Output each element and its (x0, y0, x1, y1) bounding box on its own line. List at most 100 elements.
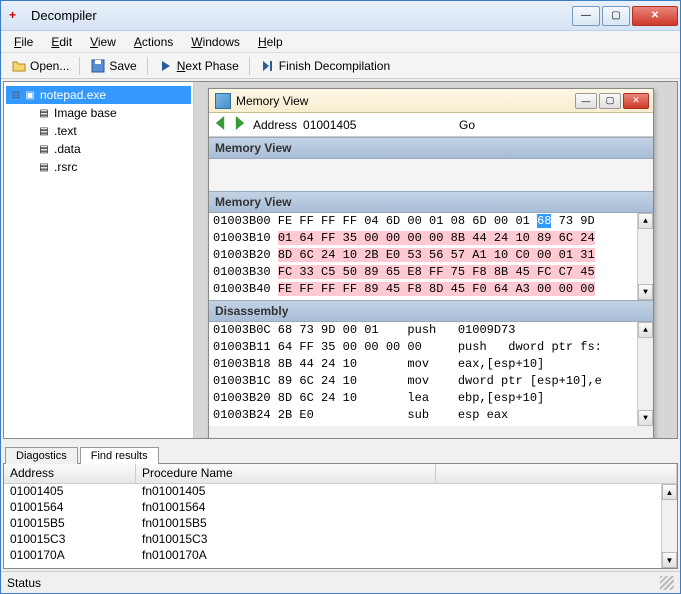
disasm-row[interactable]: 01003B1C 89 6C 24 10 mov dword ptr [esp+… (209, 373, 653, 390)
scroll-down-icon[interactable]: ▼ (662, 552, 677, 568)
menu-edit[interactable]: Edit (44, 33, 79, 51)
section-header-disasm: Disassembly (209, 300, 653, 322)
results-body[interactable]: 01001405fn0100140501001564fn010015640100… (4, 484, 677, 568)
inner-titlebar[interactable]: Memory View — ▢ ✕ (209, 89, 653, 113)
finish-button[interactable]: Finish Decompilation (256, 56, 394, 76)
scroll-down-icon[interactable]: ▼ (638, 410, 653, 426)
col-spacer (436, 464, 677, 483)
exe-icon: ▣ (22, 88, 38, 102)
app-icon: + (9, 8, 25, 24)
inner-title: Memory View (236, 94, 575, 108)
toolbar-separator (147, 57, 148, 75)
scroll-up-icon[interactable]: ▲ (638, 213, 653, 229)
tree-item[interactable]: ▤.rsrc (6, 158, 191, 176)
results-scrollbar[interactable]: ▲ ▼ (661, 484, 677, 568)
menu-view[interactable]: View (83, 33, 123, 51)
scroll-up-icon[interactable]: ▲ (662, 484, 677, 500)
play-icon (158, 58, 174, 74)
save-button[interactable]: Save (86, 56, 140, 76)
address-input[interactable] (303, 116, 413, 134)
col-address[interactable]: Address (4, 464, 136, 483)
col-procedure[interactable]: Procedure Name (136, 464, 436, 483)
hex-row[interactable]: 01003B40 FE FF FF FF 89 45 F8 8D 45 F0 6… (209, 281, 653, 298)
disasm-scrollbar[interactable]: ▲ ▼ (637, 322, 653, 426)
open-icon (11, 58, 27, 74)
resize-grip-icon[interactable] (660, 576, 674, 590)
inner-maximize-button[interactable]: ▢ (599, 93, 621, 109)
tree-item[interactable]: ▤Image base (6, 104, 191, 122)
section-icon: ▤ (36, 106, 52, 120)
disassembly[interactable]: 01003B0C 68 73 9D 00 01 push 01009D73010… (209, 322, 653, 426)
toolbar: Open... Save Next Phase Finish Decompila… (1, 53, 680, 79)
menu-help[interactable]: Help (251, 33, 290, 51)
disasm-row[interactable]: 01003B20 8D 6C 24 10 lea ebp,[esp+10] (209, 390, 653, 407)
nav-forward-icon[interactable] (233, 116, 247, 133)
inner-close-button[interactable]: ✕ (623, 93, 649, 109)
scroll-down-icon[interactable]: ▼ (638, 284, 653, 300)
hex-row[interactable]: 01003B20 8D 6C 24 10 2B E0 53 56 57 A1 1… (209, 247, 653, 264)
section-icon: ▤ (36, 124, 52, 138)
tree-root-label: notepad.exe (40, 88, 106, 102)
menu-windows[interactable]: Windows (184, 33, 247, 51)
menu-file[interactable]: File (7, 33, 40, 51)
memory-view-window: Memory View — ▢ ✕ Address Go (208, 88, 654, 438)
open-label: Open... (30, 59, 69, 73)
menubar: File Edit View Actions Windows Help (1, 31, 680, 53)
results-header: Address Procedure Name (4, 464, 677, 484)
hex-scrollbar[interactable]: ▲ ▼ (637, 213, 653, 300)
section-icon: ▤ (36, 142, 52, 156)
tab-diagnostics[interactable]: Diagostics (5, 447, 78, 464)
tree-root[interactable]: ⊟ ▣ notepad.exe (6, 86, 191, 104)
disasm-row[interactable]: 01003B24 2B E0 sub esp eax (209, 407, 653, 424)
hex-row[interactable]: 01003B10 01 64 FF 35 00 00 00 00 8B 44 2… (209, 230, 653, 247)
tree-item[interactable]: ▤.data (6, 140, 191, 158)
memory-blank (209, 159, 653, 191)
results-row[interactable]: 010015B5fn010015B5 (4, 516, 677, 532)
tree-item[interactable]: ▤.text (6, 122, 191, 140)
close-button[interactable]: ✕ (632, 6, 678, 26)
maximize-button[interactable]: ▢ (602, 6, 630, 26)
main-area: ⊟ ▣ notepad.exe ▤Image base ▤.text ▤.dat… (1, 79, 680, 571)
open-button[interactable]: Open... (7, 56, 73, 76)
section-header-memory1: Memory View (209, 137, 653, 159)
save-label: Save (109, 59, 136, 73)
status-text: Status (7, 576, 41, 590)
results-row[interactable]: 01001405fn01001405 (4, 484, 677, 500)
save-icon (90, 58, 106, 74)
statusbar: Status (1, 571, 680, 593)
hex-row[interactable]: 01003B30 FC 33 C5 50 89 65 E8 FF 75 F8 8… (209, 264, 653, 281)
nav-back-icon[interactable] (213, 116, 227, 133)
results-row[interactable]: 0100170Afn0100170A (4, 548, 677, 564)
go-button[interactable]: Go (459, 118, 475, 132)
tab-find-results[interactable]: Find results (80, 447, 159, 464)
results-row[interactable]: 01001564fn01001564 (4, 500, 677, 516)
minimize-button[interactable]: — (572, 6, 600, 26)
finish-label: Finish Decompilation (279, 59, 390, 73)
address-label: Address (253, 118, 297, 132)
menu-actions[interactable]: Actions (127, 33, 180, 51)
disasm-row[interactable]: 01003B0C 68 73 9D 00 01 push 01009D73 (209, 322, 653, 339)
hex-dump[interactable]: 01003B00 FE FF FF FF 04 6D 00 01 08 6D 0… (209, 213, 653, 300)
main-window: + Decompiler — ▢ ✕ File Edit View Action… (0, 0, 681, 594)
next-phase-button[interactable]: Next Phase (154, 56, 243, 76)
upper-pane: ⊟ ▣ notepad.exe ▤Image base ▤.text ▤.dat… (3, 81, 678, 439)
next-phase-label: Next Phase (177, 59, 239, 73)
titlebar[interactable]: + Decompiler — ▢ ✕ (1, 1, 680, 31)
results-row[interactable]: 010015C3fn010015C3 (4, 532, 677, 548)
window-title: Decompiler (31, 8, 572, 23)
inner-minimize-button[interactable]: — (575, 93, 597, 109)
bottom-tabs: Diagostics Find results (1, 441, 680, 463)
hex-row[interactable]: 01003B00 FE FF FF FF 04 6D 00 01 08 6D 0… (209, 213, 653, 230)
section-header-memory2: Memory View (209, 191, 653, 213)
find-results-panel: Address Procedure Name 01001405fn0100140… (3, 463, 678, 569)
collapse-icon[interactable]: ⊟ (10, 90, 22, 101)
address-bar: Address Go (209, 113, 653, 137)
memory-icon (215, 93, 231, 109)
project-tree[interactable]: ⊟ ▣ notepad.exe ▤Image base ▤.text ▤.dat… (4, 82, 194, 438)
toolbar-separator (79, 57, 80, 75)
mdi-area: Memory View — ▢ ✕ Address Go (194, 82, 677, 438)
scroll-up-icon[interactable]: ▲ (638, 322, 653, 338)
skip-icon (260, 58, 276, 74)
disasm-row[interactable]: 01003B18 8B 44 24 10 mov eax,[esp+10] (209, 356, 653, 373)
disasm-row[interactable]: 01003B11 64 FF 35 00 00 00 00 push dword… (209, 339, 653, 356)
